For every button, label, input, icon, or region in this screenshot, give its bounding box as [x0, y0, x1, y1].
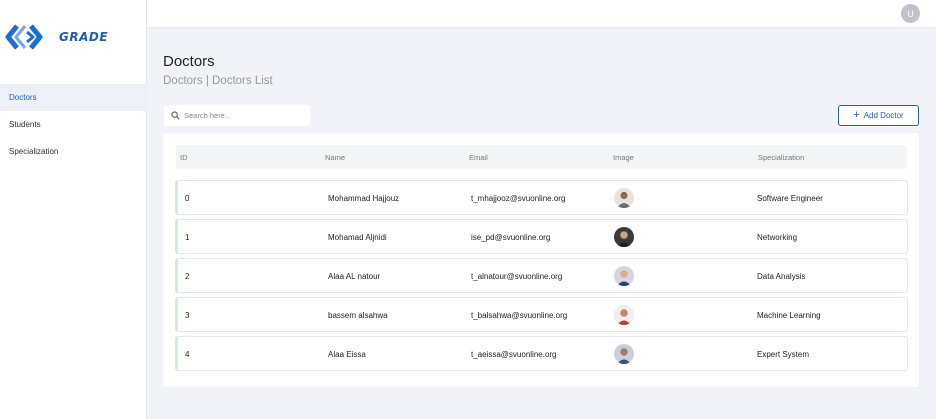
cell-name: Mohamad Aljnidi	[328, 233, 387, 242]
column-header-email[interactable]: Email	[469, 153, 488, 162]
add-doctor-label: Add Doctor	[863, 111, 904, 120]
cell-name: Alaa Eissa	[328, 350, 366, 359]
table-header: ID Name Email Image Specialization	[176, 145, 907, 169]
cell-id: 1	[185, 233, 190, 242]
breadcrumb: Doctors | Doctors List	[163, 75, 273, 87]
table-row[interactable]: 2 Alaa AL natour t_alnatour@svuonline.or…	[175, 258, 908, 293]
page-title: Doctors	[163, 53, 215, 70]
sidebar-item-doctors[interactable]: Doctors	[0, 84, 147, 111]
brand-logo[interactable]: GRADE	[5, 22, 125, 52]
table-row[interactable]: 3 bassem alsahwa t_balsahwa@svuonline.or…	[175, 297, 908, 332]
doctor-photo	[614, 305, 634, 325]
table-row[interactable]: 1 Mohamad Aljnidi ise_pd@svuonline.org N…	[175, 219, 908, 254]
user-avatar[interactable]: U	[901, 4, 920, 23]
cell-email: t_alnatour@svuonline.org	[471, 272, 563, 281]
cell-id: 0	[185, 194, 190, 203]
table-row[interactable]: 4 Alaa Eissa t_aeissa@svuonline.org Expe…	[175, 336, 908, 371]
sidebar: GRADE Doctors Students Specialization	[0, 0, 147, 419]
cell-specialization: Networking	[757, 233, 798, 242]
logo-icon	[5, 24, 43, 50]
cell-specialization: Expert System	[757, 350, 810, 359]
cell-id: 4	[185, 350, 190, 359]
column-header-id[interactable]: ID	[180, 153, 188, 162]
cell-email: t_balsahwa@svuonline.org	[471, 311, 568, 320]
column-header-specialization[interactable]: Specialization	[758, 153, 804, 162]
cell-id: 3	[185, 311, 190, 320]
cell-email: ise_pd@svuonline.org	[471, 233, 551, 242]
doctor-photo	[614, 188, 634, 208]
doctor-photo	[614, 227, 634, 247]
cell-specialization: Software Engineer	[757, 194, 823, 203]
cell-name: Alaa AL natour	[328, 272, 381, 281]
cell-name: Mohammad Hajjouz	[328, 194, 400, 203]
search-input[interactable]	[184, 111, 304, 120]
cell-id: 2	[185, 272, 190, 281]
cell-email: t_aeissa@svuonline.org	[471, 350, 557, 359]
table-row[interactable]: 0 Mohammad Hajjouz t_mhajjooz@svuonline.…	[175, 180, 908, 215]
sidebar-item-students[interactable]: Students	[0, 111, 147, 138]
sidebar-nav: Doctors Students Specialization	[0, 84, 147, 165]
doctors-table-card: ID Name Email Image Specialization 0 Moh…	[163, 133, 919, 387]
brand-name: GRADE	[59, 30, 109, 44]
sidebar-item-specialization[interactable]: Specialization	[0, 138, 147, 165]
top-bar: U	[147, 0, 936, 27]
doctor-photo	[614, 344, 634, 364]
search-icon	[171, 111, 180, 120]
plus-icon: +	[853, 109, 860, 121]
add-doctor-button[interactable]: + Add Doctor	[838, 105, 919, 126]
column-header-name[interactable]: Name	[325, 153, 345, 162]
column-header-image[interactable]: Image	[613, 153, 634, 162]
search-box[interactable]	[164, 105, 310, 126]
cell-specialization: Data Analysis	[757, 272, 806, 281]
cell-name: bassem alsahwa	[328, 311, 388, 320]
cell-email: t_mhajjooz@svuonline.org	[471, 194, 566, 203]
cell-specialization: Machine Learning	[757, 311, 821, 320]
doctor-photo	[614, 266, 634, 286]
